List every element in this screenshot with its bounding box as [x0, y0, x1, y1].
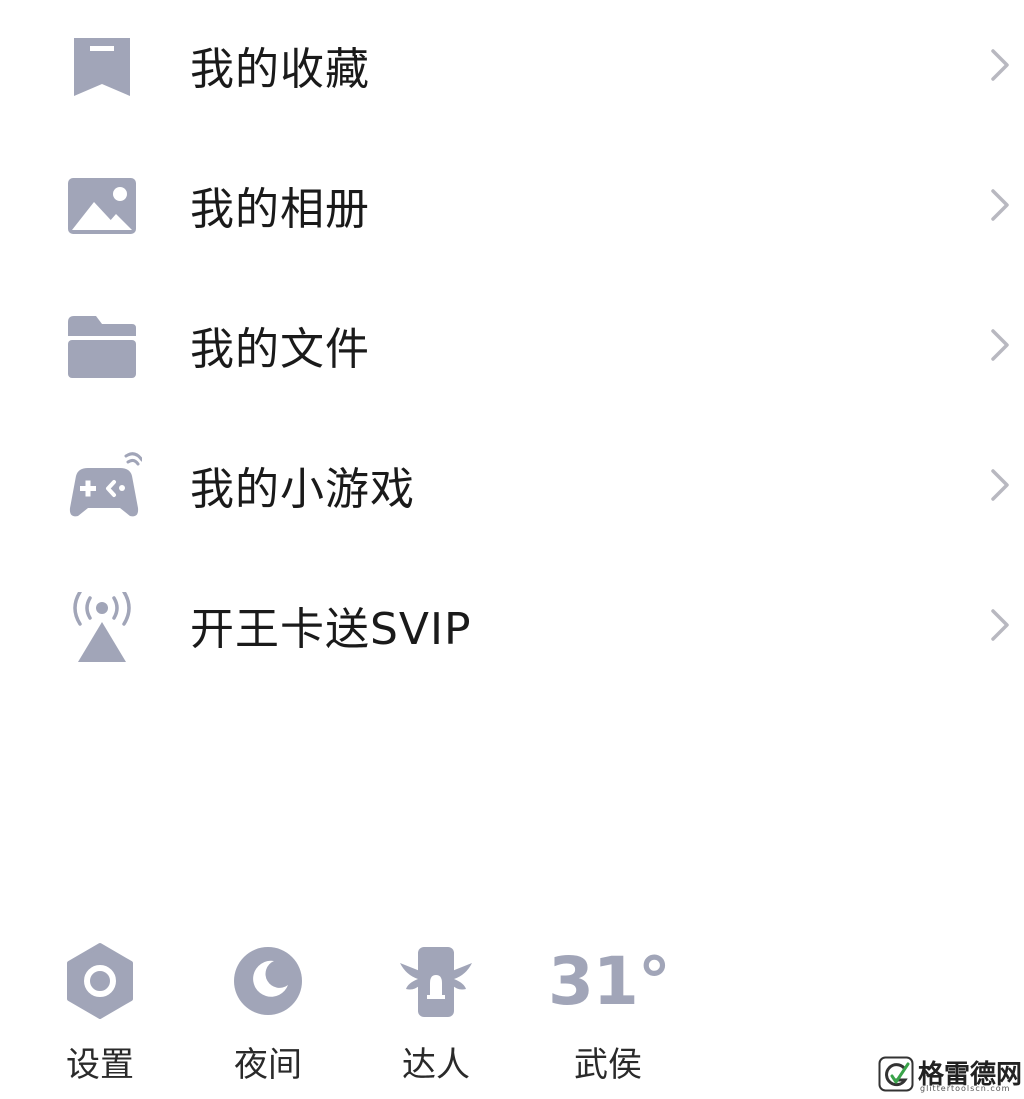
menu-item-label: 我的收藏	[190, 44, 370, 95]
gamepad-icon	[62, 452, 142, 522]
weather-temperature: 31°	[548, 943, 671, 1020]
menu-item-files[interactable]: 我的文件	[0, 290, 1024, 400]
expert-label: 达人	[402, 1045, 470, 1085]
menu-item-label: 开王卡送SVIP	[190, 604, 472, 655]
image-icon	[62, 172, 142, 242]
menu-item-label: 我的文件	[190, 324, 370, 375]
winged-badge-icon	[396, 941, 476, 1021]
chevron-right-icon	[988, 187, 1012, 223]
expert-button[interactable]: 达人	[376, 935, 496, 1085]
weather-widget[interactable]: 31° 武侯	[548, 935, 671, 1085]
chevron-right-icon	[988, 607, 1012, 643]
watermark-logo-icon	[878, 1056, 914, 1092]
gear-icon	[60, 941, 140, 1021]
weather-city: 武侯	[574, 1045, 642, 1085]
watermark: 格雷德网 glittertoolscn.com	[878, 1056, 1022, 1096]
chevron-right-icon	[988, 467, 1012, 503]
menu-item-album[interactable]: 我的相册	[0, 150, 1024, 260]
menu-item-mini-games[interactable]: 我的小游戏	[0, 430, 1024, 540]
chevron-right-icon	[988, 47, 1012, 83]
watermark-site: glittertoolscn.com	[920, 1084, 1011, 1093]
menu-item-king-card-svip[interactable]: 开王卡送SVIP	[0, 570, 1024, 680]
settings-button[interactable]: 设置	[40, 935, 160, 1085]
menu-item-favorites[interactable]: 我的收藏	[0, 10, 1024, 120]
menu-item-label: 我的相册	[190, 184, 370, 235]
menu-item-label: 我的小游戏	[190, 464, 415, 515]
bottom-toolbar: 设置 夜间 达人 31° 武侯	[0, 935, 1024, 1085]
chevron-right-icon	[988, 327, 1012, 363]
folder-icon	[62, 312, 142, 382]
broadcast-icon	[62, 592, 142, 662]
moon-icon	[228, 941, 308, 1021]
bookmark-icon	[62, 32, 142, 102]
night-mode-label: 夜间	[234, 1045, 302, 1085]
night-mode-button[interactable]: 夜间	[208, 935, 328, 1085]
settings-label: 设置	[66, 1045, 134, 1085]
